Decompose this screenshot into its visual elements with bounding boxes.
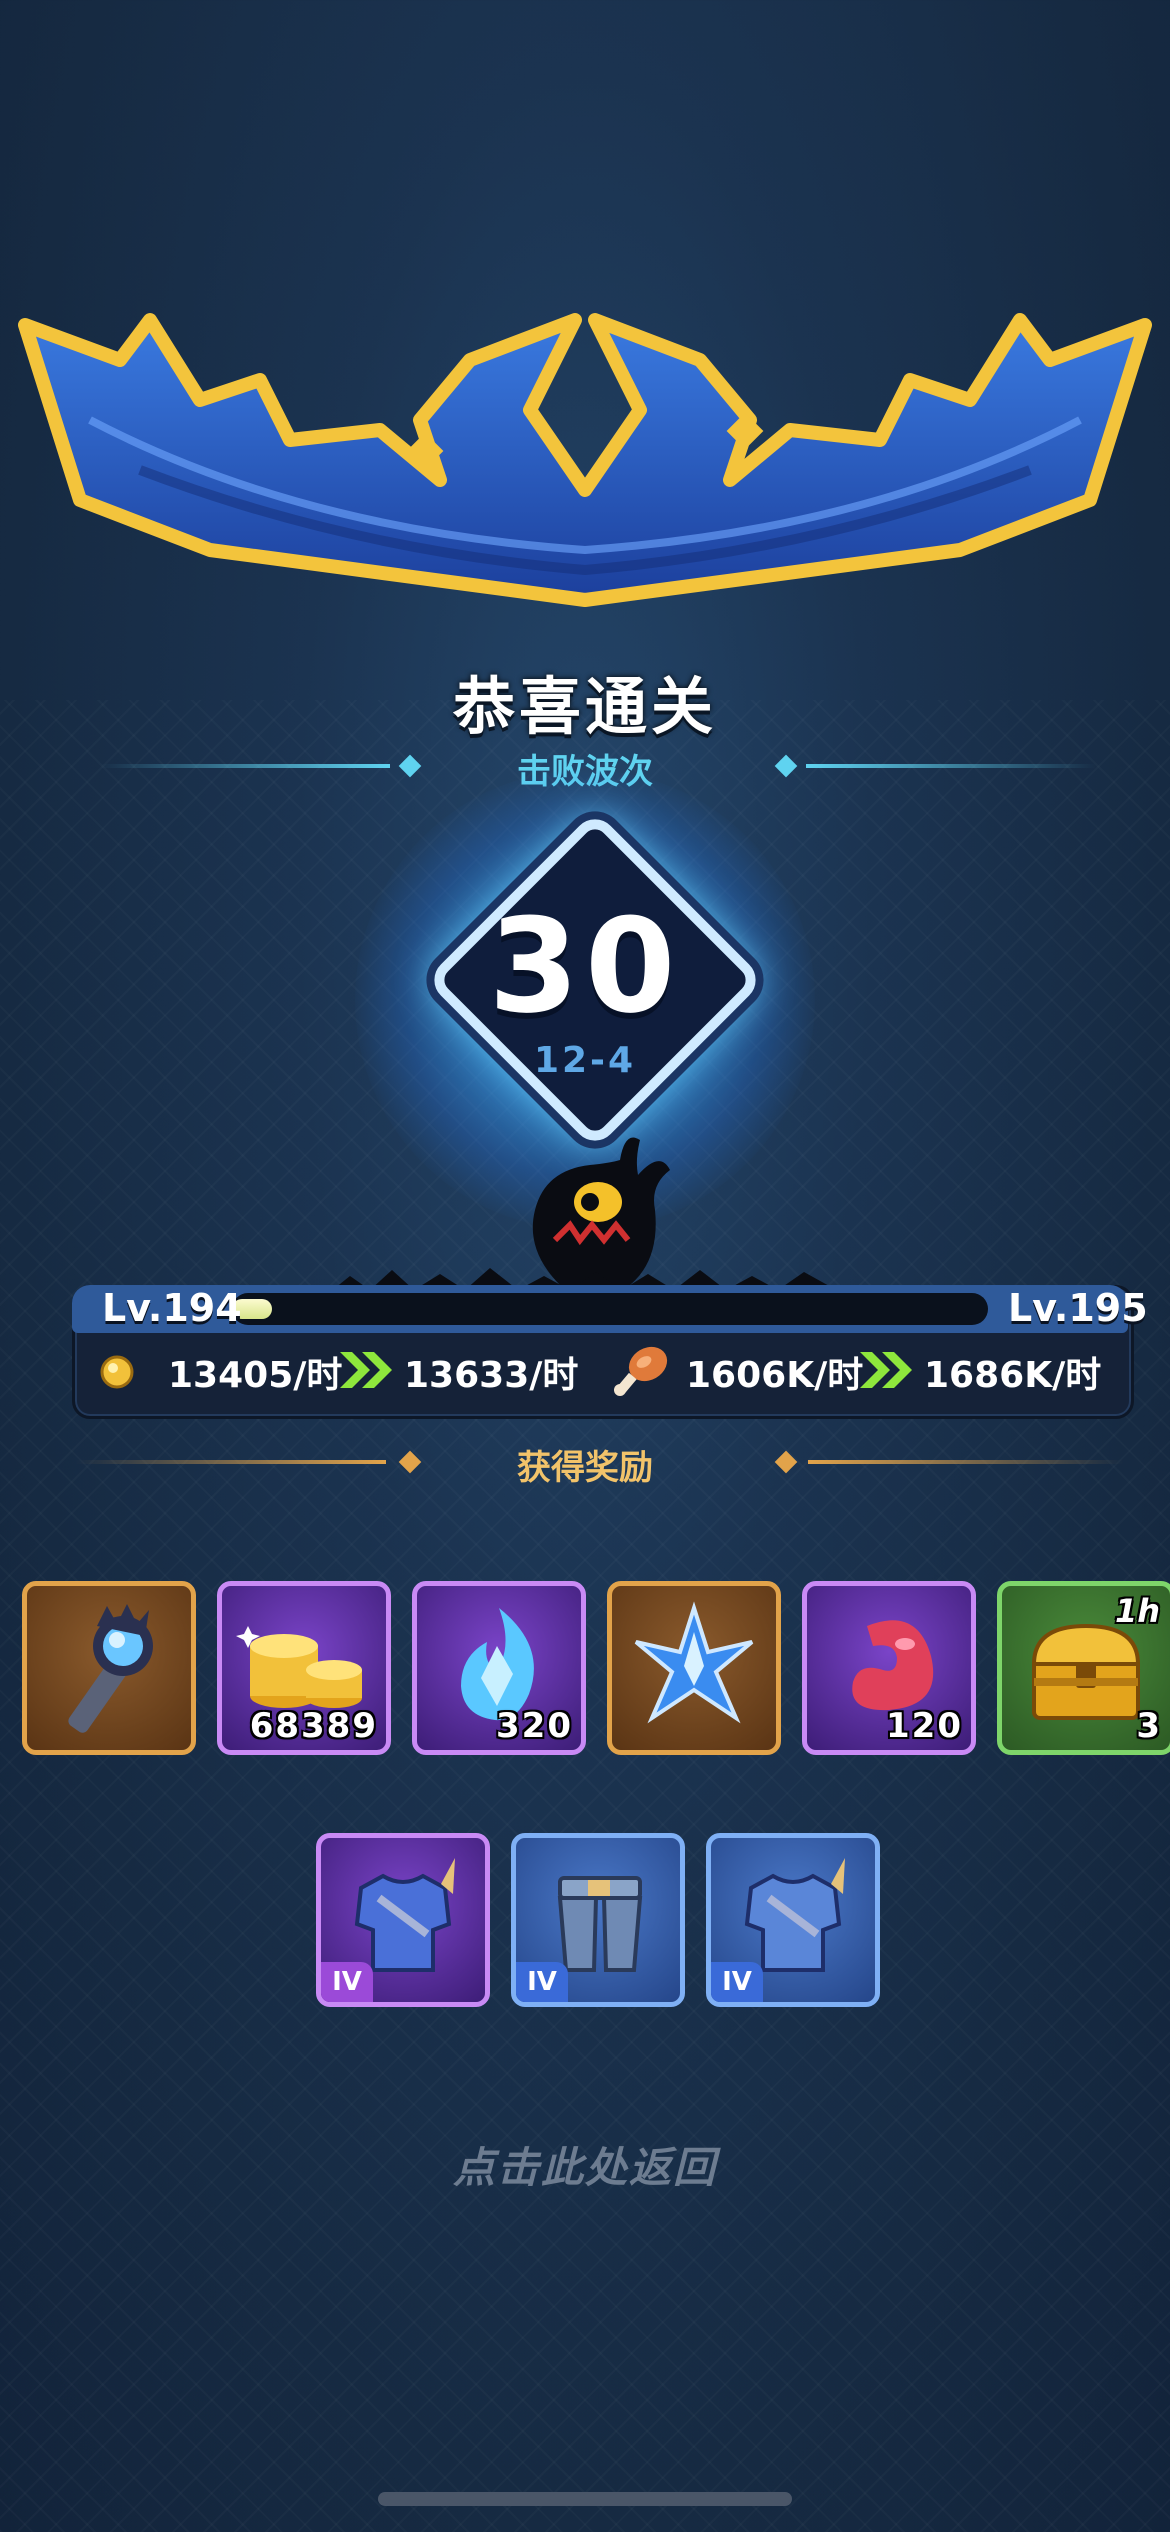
tap-to-return-button[interactable]: 点击此处返回 <box>0 2134 1170 2195</box>
reward-slot-gold[interactable]: 68389 <box>217 1581 391 1755</box>
meat-icon <box>614 1346 668 1396</box>
stage-label: 12-4 <box>533 1040 637 1081</box>
divider-right <box>806 764 1096 768</box>
reward-slot-blue-flame[interactable]: 320 <box>412 1581 586 1755</box>
dark-torch-icon <box>68 1604 153 1733</box>
reward-slot-red-bean[interactable]: 120 <box>802 1581 976 1755</box>
reward-quantity: 68389 <box>249 1706 378 1746</box>
reward-quantity: 3 <box>1136 1706 1162 1746</box>
gold-rate-before: 13405/时 <box>168 1355 343 1396</box>
reward-slot-star-shard[interactable] <box>607 1581 781 1755</box>
victory-title: 恭喜通关 <box>452 670 717 743</box>
equipment-slot-blue-leg-armor[interactable]: IV <box>511 1833 685 2007</box>
reward-quantity: 320 <box>496 1706 573 1746</box>
gold-rate-after: 13633/时 <box>404 1355 579 1396</box>
food-rate-after: 1686K/时 <box>924 1355 1102 1396</box>
rewards-divider-right <box>808 1460 1124 1464</box>
food-rate-before: 1606K/时 <box>686 1355 864 1396</box>
level-progress-track <box>232 1293 988 1325</box>
wave-number: 30 <box>488 890 682 1042</box>
chest-duration-badge: 1h <box>1114 1592 1160 1630</box>
equipment-slot-purple-chest-armor[interactable]: IV <box>316 1833 490 2007</box>
blue-star-shard-icon <box>634 1601 754 1724</box>
victory-crown-graphic <box>18 313 1152 607</box>
reward-slot-dark-torch[interactable] <box>22 1581 196 1755</box>
equipment-tier-badge: IV <box>711 1962 763 2002</box>
next-level: Lv.195 <box>1008 1286 1148 1330</box>
upgrade-arrow-icon <box>340 1352 392 1388</box>
upgrade-arrow-icon <box>860 1352 912 1388</box>
reward-slot-golden-chest[interactable]: 1h 3 <box>997 1581 1170 1755</box>
equipment-tier-badge: IV <box>321 1962 373 2002</box>
reward-quantity: 120 <box>886 1706 963 1746</box>
rewards-label: 获得奖励 <box>517 1448 653 1488</box>
equipment-tier-badge: IV <box>516 1962 568 2002</box>
equipment-slot-blue-chest-armor[interactable]: IV <box>706 1833 880 2007</box>
gold-coin-icon <box>100 1355 134 1389</box>
home-indicator[interactable] <box>378 2492 792 2506</box>
current-level: Lv.194 <box>102 1286 242 1330</box>
